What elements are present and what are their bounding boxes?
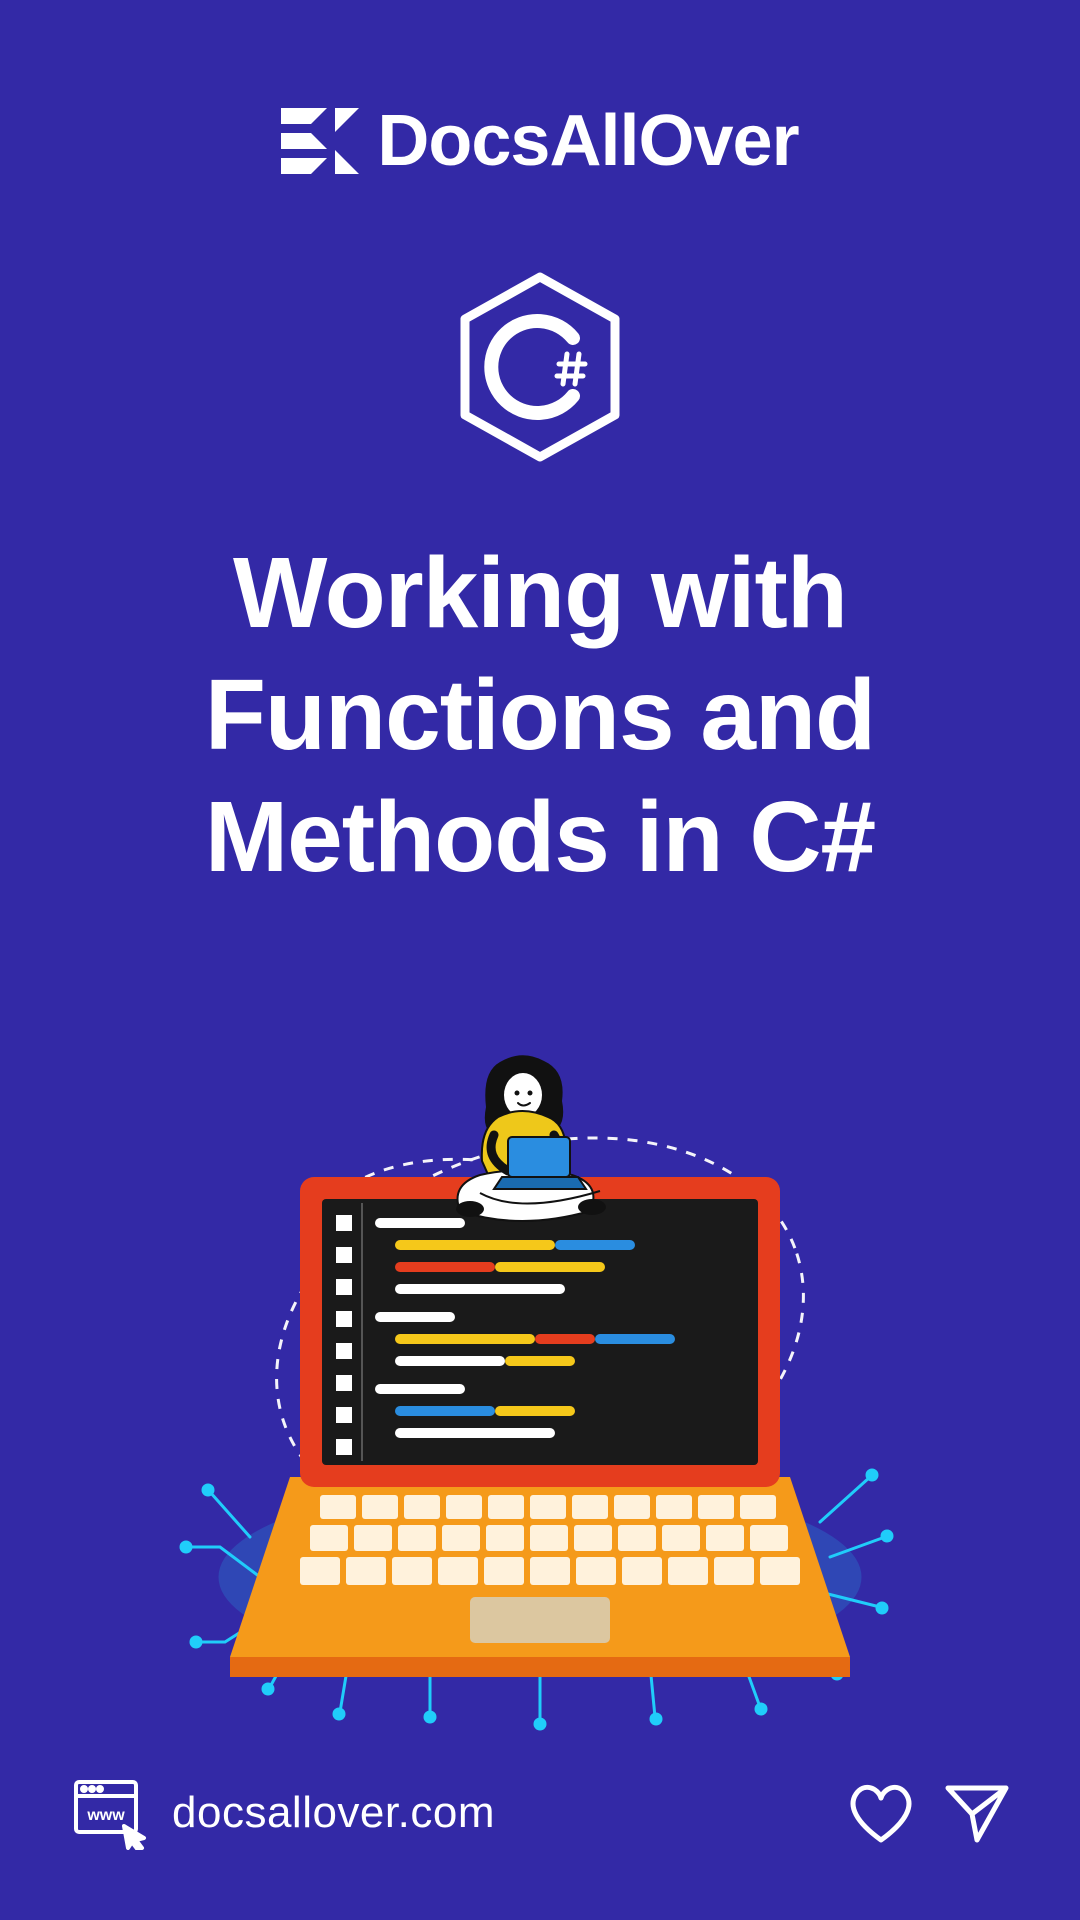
brand-logo-icon bbox=[281, 108, 359, 174]
svg-text:www: www bbox=[86, 1807, 125, 1824]
website-icon: www bbox=[70, 1776, 148, 1850]
footer-right bbox=[846, 1782, 1010, 1844]
footer: www docsallover.com bbox=[60, 1776, 1020, 1860]
csharp-badge-icon bbox=[455, 272, 625, 462]
hero-illustration bbox=[60, 978, 1020, 1776]
brand: DocsAllOver bbox=[281, 100, 798, 182]
send-icon[interactable] bbox=[944, 1782, 1010, 1844]
heart-icon[interactable] bbox=[846, 1782, 916, 1844]
footer-domain[interactable]: docsallover.com bbox=[172, 1788, 495, 1838]
footer-left: www docsallover.com bbox=[70, 1776, 495, 1850]
brand-name: DocsAllOver bbox=[377, 100, 798, 182]
page-title: Working with Functions and Methods in C# bbox=[60, 532, 1020, 898]
